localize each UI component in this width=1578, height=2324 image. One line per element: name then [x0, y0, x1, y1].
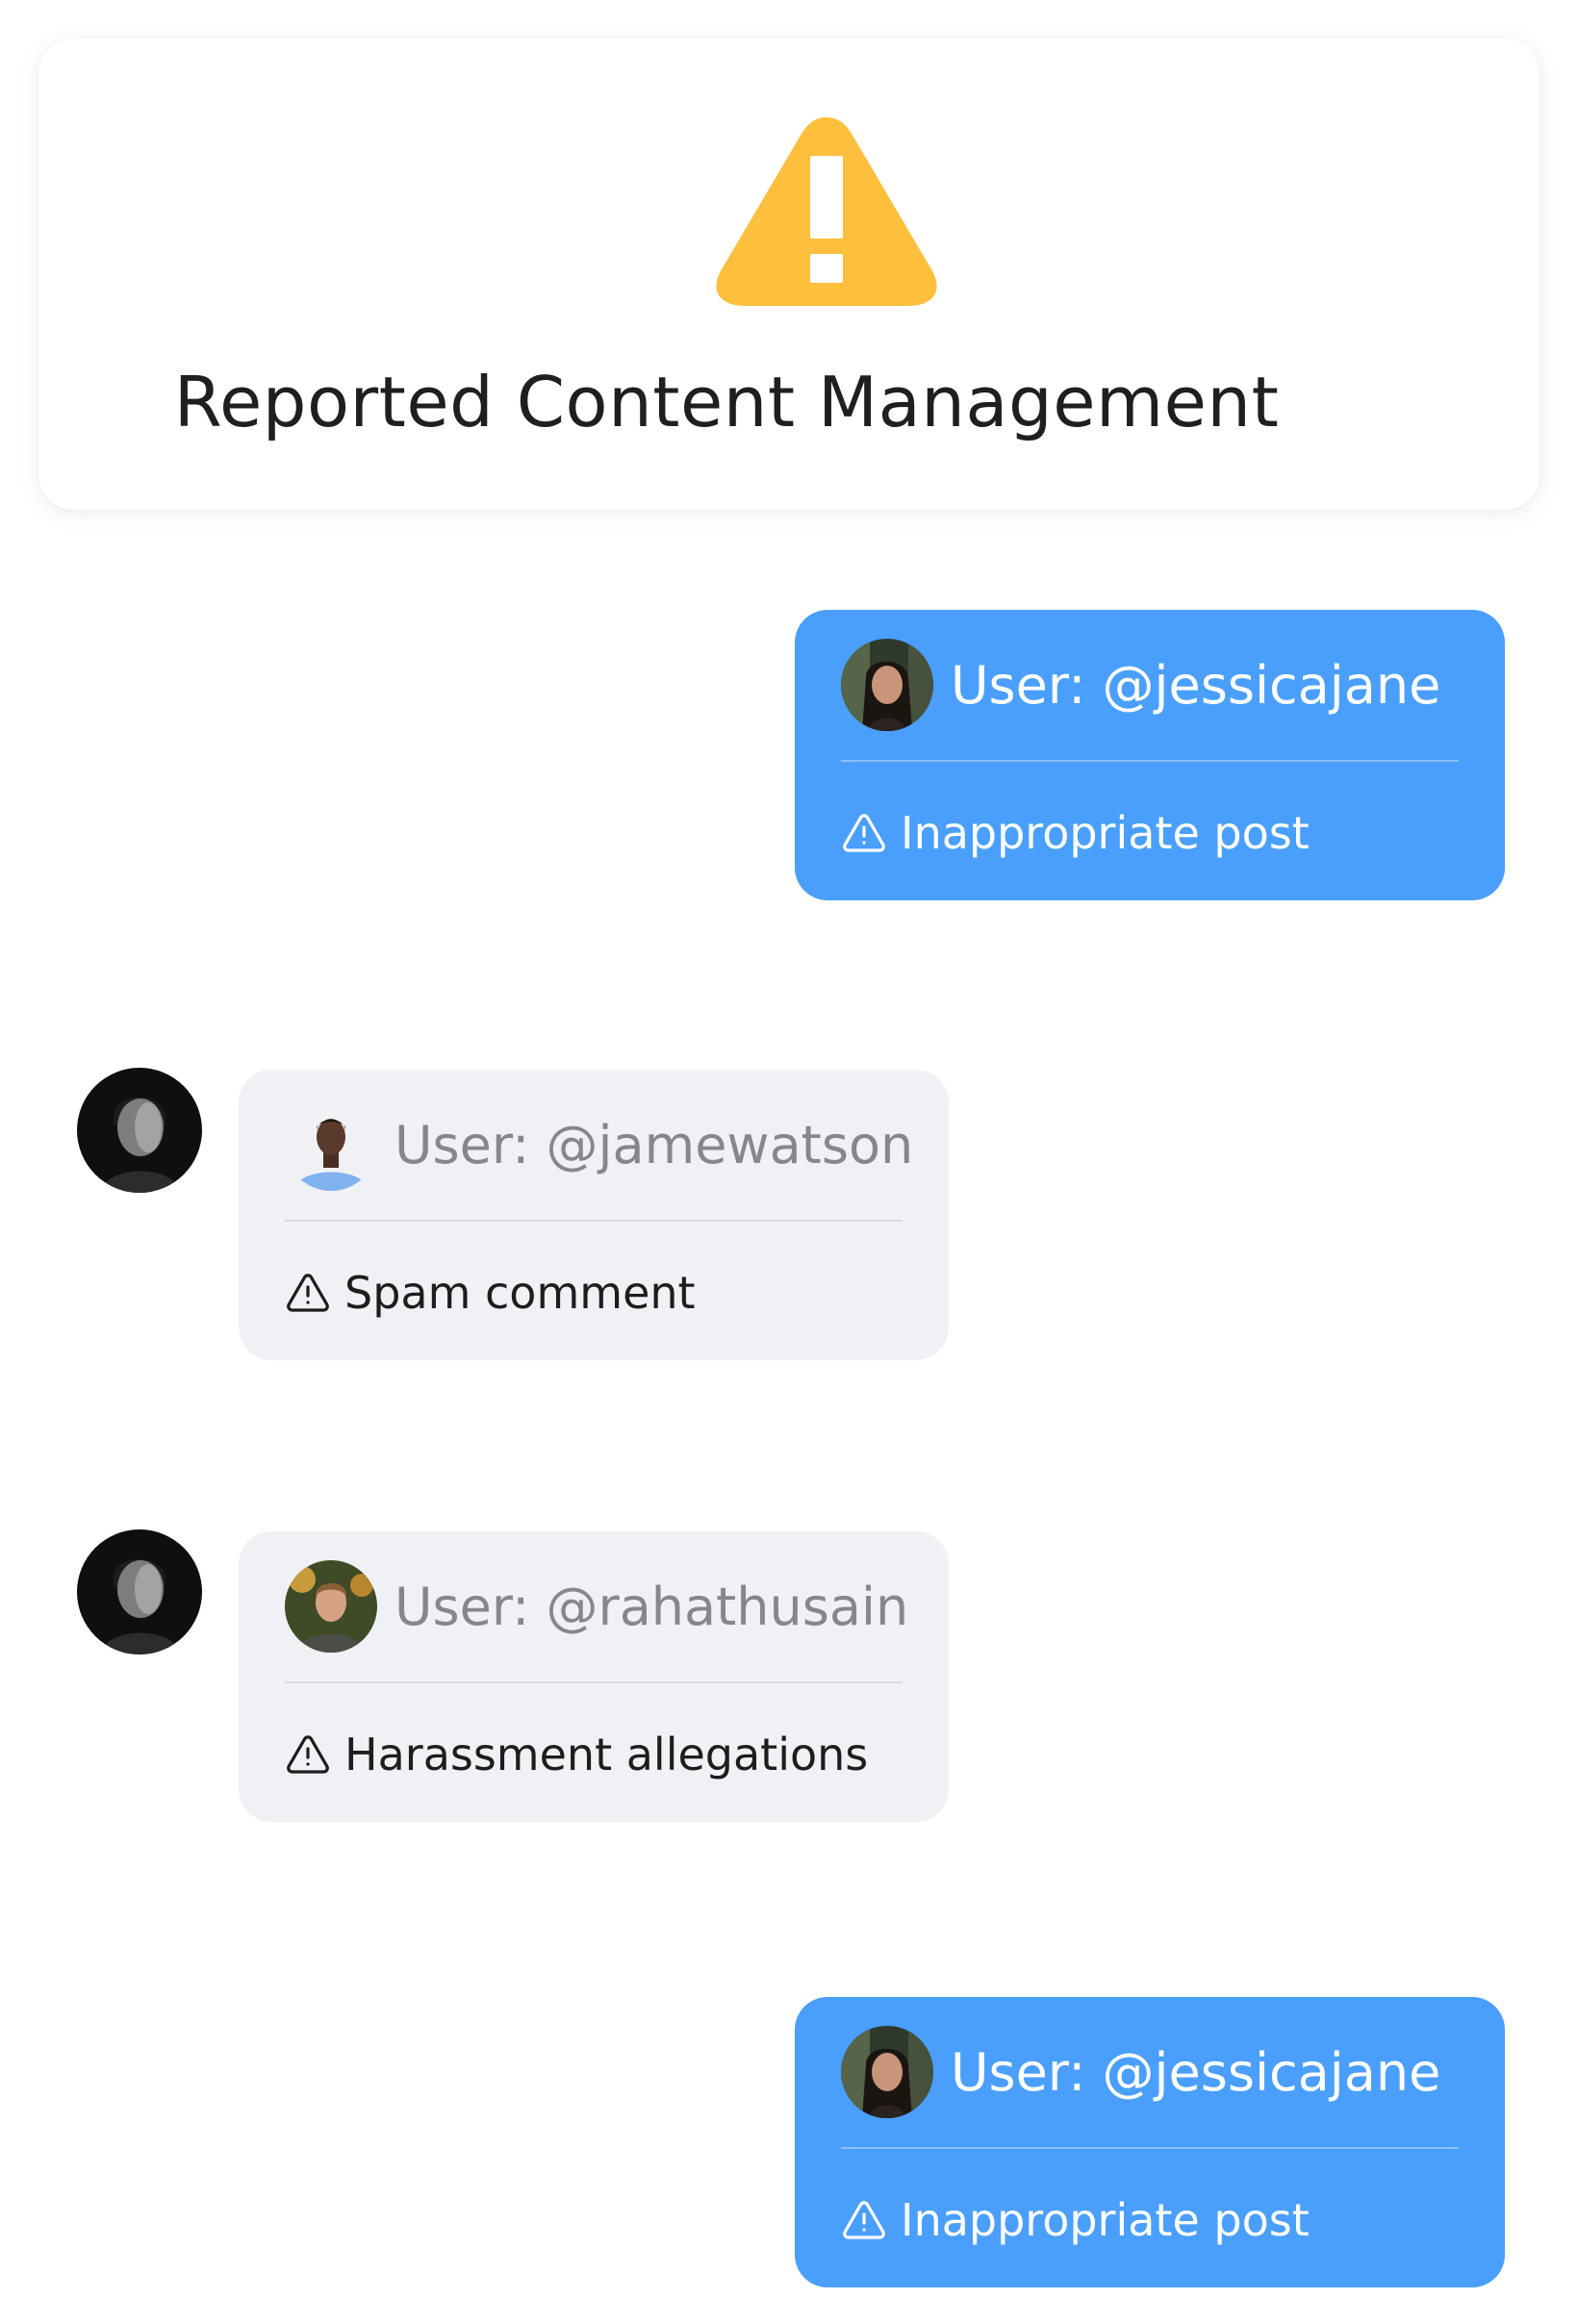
report-bubble[interactable]: User: @jessicajane Inappropriate post	[795, 610, 1505, 900]
moderator-avatar	[77, 1529, 202, 1655]
report-reason: Spam comment	[285, 1262, 696, 1324]
page-title: Reported Content Management	[173, 362, 1280, 442]
warning-triangle-icon	[712, 110, 941, 310]
alert-triangle-icon	[841, 2197, 887, 2243]
alert-triangle-icon	[285, 1270, 331, 1316]
man-outdoor-avatar	[285, 1560, 377, 1653]
reported-user[interactable]: User: @jamewatson	[285, 1099, 913, 1191]
alert-triangle-icon	[285, 1731, 331, 1778]
divider	[285, 1681, 903, 1683]
report-bubble[interactable]: User: @rahathusain Harassment allegation…	[239, 1531, 949, 1822]
reason-text: Inappropriate post	[901, 807, 1310, 859]
divider	[841, 760, 1459, 762]
reason-text: Harassment allegations	[344, 1729, 869, 1781]
reported-username: User: @rahathusain	[394, 1576, 909, 1637]
man-blue-shirt-avatar	[285, 1099, 377, 1191]
report-reason: Inappropriate post	[841, 802, 1310, 864]
alert-triangle-icon	[841, 810, 887, 856]
reported-username: User: @jessicajane	[951, 654, 1441, 716]
reason-text: Inappropriate post	[901, 2194, 1310, 2246]
report-bubble[interactable]: User: @jamewatson Spam comment	[239, 1070, 949, 1360]
moderator-avatar	[77, 1068, 202, 1193]
reported-username: User: @jamewatson	[394, 1114, 914, 1175]
report-reason: Inappropriate post	[841, 2189, 1310, 2251]
header-card: Reported Content Management	[38, 38, 1540, 510]
woman-avatar	[841, 2026, 933, 2118]
report-reason: Harassment allegations	[285, 1724, 868, 1785]
reported-user[interactable]: User: @jessicajane	[841, 2026, 1440, 2118]
divider	[285, 1220, 903, 1222]
reason-text: Spam comment	[344, 1267, 696, 1319]
report-bubble[interactable]: User: @jessicajane Inappropriate post	[795, 1997, 1505, 2287]
reported-username: User: @jessicajane	[951, 2041, 1441, 2103]
reported-user[interactable]: User: @jessicajane	[841, 639, 1440, 731]
reported-user[interactable]: User: @rahathusain	[285, 1560, 908, 1653]
divider	[841, 2147, 1459, 2149]
woman-avatar	[841, 639, 933, 731]
